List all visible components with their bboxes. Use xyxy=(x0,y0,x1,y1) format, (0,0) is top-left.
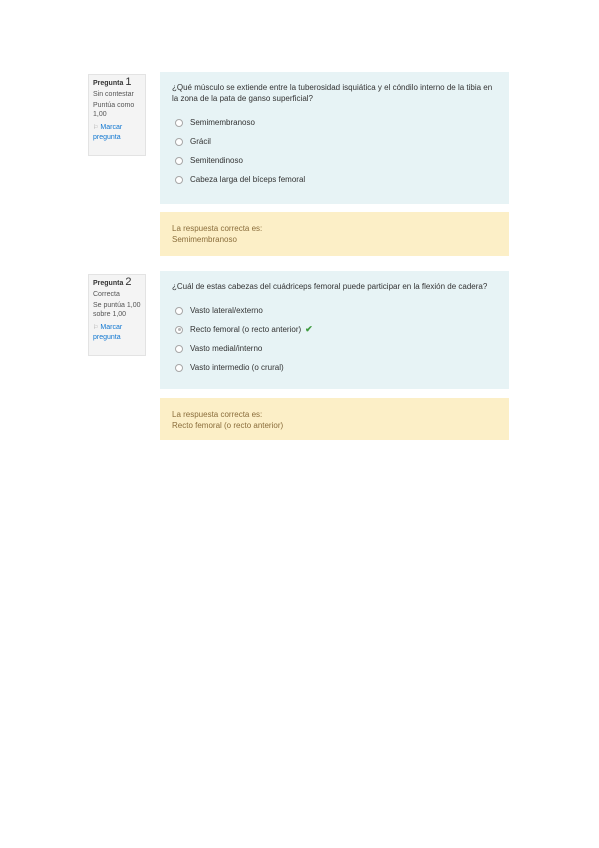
flag-question-link[interactable]: ⚐ Marcar pregunta xyxy=(93,323,141,342)
radio-button[interactable] xyxy=(175,175,183,184)
feedback-label: La respuesta correcta es: xyxy=(172,410,263,419)
question-number: Pregunta 1 xyxy=(93,76,132,88)
question-grade: Se puntúa 1,00 sobre 1,00 xyxy=(93,302,141,318)
radio-button[interactable] xyxy=(175,363,183,372)
question-formulation-2: ¿Cuál de estas cabezas del cuádriceps fe… xyxy=(160,271,509,389)
radio-button[interactable] xyxy=(175,118,183,127)
feedback-box-1: La respuesta correcta es: Semimembranoso xyxy=(160,212,509,256)
answer-option[interactable]: Cabeza larga del bíceps femoral xyxy=(172,170,497,189)
flag-icon: ⚐ xyxy=(93,125,99,131)
question-formulation-1: ¿Qué músculo se extiende entre la tubero… xyxy=(160,72,509,204)
feedback-box-2: La respuesta correcta es: Recto femoral … xyxy=(160,398,509,440)
question-text: ¿Cuál de estas cabezas del cuádriceps fe… xyxy=(172,282,488,291)
radio-button-checked[interactable] xyxy=(175,325,183,334)
answer-option-selected[interactable]: Recto femoral (o recto anterior) ✔ xyxy=(172,320,497,339)
answer-option[interactable]: Vasto lateral/externo xyxy=(172,301,497,320)
answer-option[interactable]: Semitendinoso xyxy=(172,151,497,170)
answer-option[interactable]: Grácil xyxy=(172,132,497,151)
check-icon: ✔ xyxy=(305,324,313,334)
answer-option[interactable]: Vasto intermedio (o crural) xyxy=(172,358,497,377)
answer-option[interactable]: Vasto medial/interno xyxy=(172,339,497,358)
radio-button[interactable] xyxy=(175,344,183,353)
flag-icon: ⚐ xyxy=(93,325,99,331)
question-state: Sin contestar xyxy=(93,91,134,98)
question-grade: Puntúa como 1,00 xyxy=(93,102,135,118)
correct-answer: Recto femoral (o recto anterior) xyxy=(172,421,284,430)
question-state: Correcta xyxy=(93,291,120,298)
question-number: Pregunta 2 xyxy=(93,276,132,288)
question-text: ¿Qué músculo se extiende entre la tubero… xyxy=(172,83,493,103)
radio-button[interactable] xyxy=(175,306,183,315)
question-info-2: Pregunta 2 Correcta Se puntúa 1,00 sobre … xyxy=(88,274,146,356)
radio-button[interactable] xyxy=(175,156,183,165)
flag-question-link[interactable]: ⚐ Marcar pregunta xyxy=(93,123,141,142)
correct-answer: Semimembranoso xyxy=(172,235,237,244)
feedback-label: La respuesta correcta es: xyxy=(172,224,263,233)
question-info-1: Pregunta 1 Sin contestar Puntúa como 1,00… xyxy=(88,74,146,156)
answer-option[interactable]: Semimembranoso xyxy=(172,113,497,132)
radio-button[interactable] xyxy=(175,137,183,146)
